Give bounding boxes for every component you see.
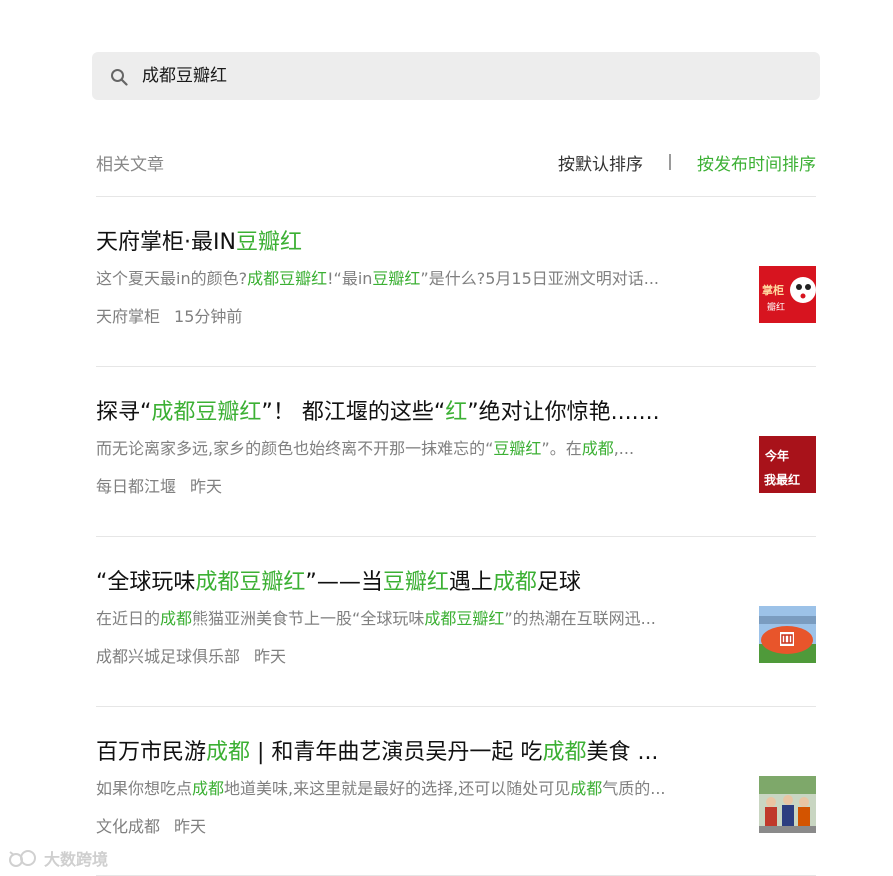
text-segment: ”绝对让你惊艳....... (467, 400, 660, 425)
watermark-text: 大数跨境 (44, 850, 109, 869)
article-title[interactable]: 探寻“成都豆瓣红”！ 都江堰的这些“红”绝对让你惊艳....... (96, 396, 746, 430)
section-title: 相关文章 (96, 154, 164, 175)
divider (96, 706, 816, 707)
article-time: 昨天 (190, 477, 223, 496)
divider (96, 536, 816, 537)
article-time: 昨天 (174, 817, 207, 836)
article-source: 天府掌柜 (96, 307, 161, 326)
search-icon (111, 69, 128, 86)
text-segment: 如果你想吃点 (96, 779, 193, 798)
keyword-highlight: 成都豆瓣红 (247, 269, 328, 288)
text-segment: 遇上 (448, 570, 493, 595)
text-segment: 探寻“ (96, 400, 152, 425)
keyword-highlight: 豆瓣红 (235, 230, 302, 255)
article-item[interactable]: 天府掌柜·最IN豆瓣红 这个夏天最in的颜色?成都豆瓣红!“最in豆瓣红”是什么… (96, 226, 816, 396)
keyword-highlight: 成都豆瓣红 (195, 570, 306, 595)
keyword-highlight: 豆瓣红 (372, 269, 421, 288)
thumb-text: 我最红 (764, 472, 800, 487)
divider (96, 196, 816, 197)
keyword-highlight: 成都 (192, 779, 225, 798)
keyword-highlight: 成都 (160, 609, 193, 628)
text-segment: 而无论离家多远,家乡的颜色也始终离不开那一抹难忘的“ (96, 439, 494, 458)
keyword-highlight: 成都 (570, 779, 603, 798)
text-segment: !“最in (327, 269, 373, 288)
keyword-highlight: 成都 (492, 570, 537, 595)
text-segment: ”——当 (305, 570, 383, 595)
keyword-highlight: 成都 (581, 439, 614, 458)
article-thumbnail[interactable]: 掌柜 瓣红 (759, 266, 816, 323)
sort-by-time-button[interactable]: 按发布时间排序 (697, 150, 816, 175)
article-title[interactable]: 百万市民游成都 | 和青年曲艺演员吴丹一起 吃成都美食 ... (96, 736, 746, 770)
text-segment: 美食 ... (586, 740, 659, 765)
watermark: 大数跨境 (8, 846, 108, 870)
brand-logo-icon (9, 850, 36, 867)
text-segment: 气质的... (602, 779, 666, 798)
article-thumbnail[interactable]: 今年 我最红 (759, 436, 816, 493)
text-segment: ”是什么?5月15日亚洲文明对话... (420, 269, 660, 288)
text-segment: “全球玩味 (96, 570, 196, 595)
article-time: 15分钟前 (174, 307, 243, 326)
text-segment: ”！ 都江堰的这些“ (261, 400, 446, 425)
article-snippet: 这个夏天最in的颜色?成都豆瓣红!“最in豆瓣红”是什么?5月15日亚洲文明对话… (96, 266, 740, 292)
article-source: 成都兴城足球俱乐部 (96, 647, 241, 666)
article-snippet: 在近日的成都熊猫亚洲美食节上一股“全球玩味成都豆瓣红”的热潮在互联网迅... (96, 606, 740, 632)
search-input[interactable]: 成都豆瓣红 (142, 65, 227, 87)
section-header: 相关文章 按默认排序 按发布时间排序 (96, 148, 816, 176)
text-segment: 熊猫亚洲美食节上一股“全球玩味 (192, 609, 425, 628)
article-meta: 文化成都 昨天 (96, 814, 206, 840)
text-segment: ”的热潮在互联网迅... (504, 609, 656, 628)
text-segment: 足球 (536, 570, 581, 595)
thumb-text: 瓣红 (767, 301, 785, 313)
keyword-highlight: 成都 (542, 740, 587, 765)
article-source: 每日都江堰 (96, 477, 177, 496)
text-segment: 天府掌柜·最IN (96, 230, 236, 255)
article-meta: 每日都江堰 昨天 (96, 474, 222, 500)
text-segment: 在近日的 (96, 609, 161, 628)
divider (96, 366, 816, 367)
article-title[interactable]: 天府掌柜·最IN豆瓣红 (96, 226, 746, 260)
text-segment: ,... (613, 439, 635, 458)
sort-default-button[interactable]: 按默认排序 (558, 150, 643, 175)
text-segment: 百万市民游 (96, 740, 207, 765)
article-time: 昨天 (254, 647, 287, 666)
article-title[interactable]: “全球玩味成都豆瓣红”——当豆瓣红遇上成都足球 (96, 566, 746, 600)
article-item[interactable]: 探寻“成都豆瓣红”！ 都江堰的这些“红”绝对让你惊艳....... 而无论离家多… (96, 396, 816, 566)
keyword-highlight: 豆瓣红 (382, 570, 449, 595)
keyword-highlight: 成都豆瓣红 (424, 609, 505, 628)
thumb-text: 今年 (764, 448, 789, 463)
article-source: 文化成都 (96, 817, 161, 836)
text-segment: | 和青年曲艺演员吴丹一起 吃 (250, 740, 543, 765)
text-segment: ”。在 (541, 439, 582, 458)
article-meta: 成都兴城足球俱乐部 昨天 (96, 644, 286, 670)
article-item[interactable]: 百万市民游成都 | 和青年曲艺演员吴丹一起 吃成都美食 ... 如果你想吃点成都… (96, 736, 816, 876)
search-bar[interactable]: 成都豆瓣红 (92, 52, 820, 100)
sort-options: 按默认排序 按发布时间排序 (558, 150, 816, 175)
article-thumbnail[interactable] (759, 776, 816, 833)
sort-divider (669, 154, 671, 170)
article-meta: 天府掌柜 15分钟前 (96, 304, 242, 330)
text-segment: 地道美味,来这里就是最好的选择,还可以随处可见 (224, 779, 571, 798)
keyword-highlight: 豆瓣红 (493, 439, 542, 458)
keyword-highlight: 成都豆瓣红 (151, 400, 262, 425)
text-segment: 这个夏天最in的颜色? (96, 269, 248, 288)
keyword-highlight: 成都 (206, 740, 251, 765)
keyword-highlight: 红 (445, 400, 468, 425)
article-snippet: 而无论离家多远,家乡的颜色也始终离不开那一抹难忘的“豆瓣红”。在成都,... (96, 436, 740, 462)
article-item[interactable]: “全球玩味成都豆瓣红”——当豆瓣红遇上成都足球 在近日的成都熊猫亚洲美食节上一股… (96, 566, 816, 736)
article-thumbnail[interactable] (759, 606, 816, 663)
article-snippet: 如果你想吃点成都地道美味,来这里就是最好的选择,还可以随处可见成都气质的... (96, 776, 740, 802)
thumb-text: 掌柜 (762, 283, 784, 297)
